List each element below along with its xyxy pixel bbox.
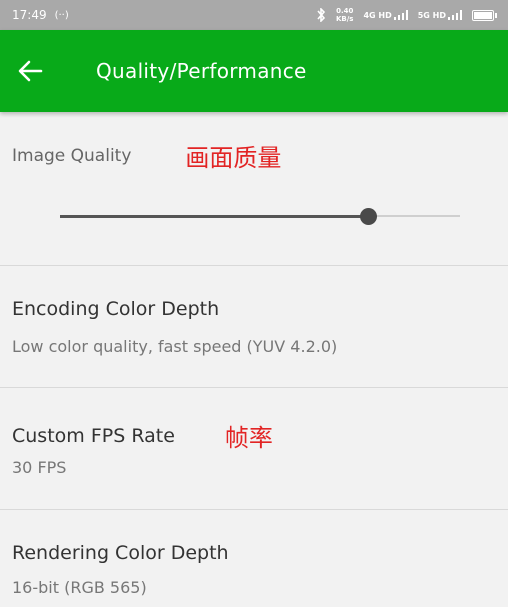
custom-fps-label-row: Custom FPS Rate 帧率 [12,418,273,453]
image-quality-annotation: 画面质量 [185,144,282,172]
image-quality-label-row: Image Quality 画面质量 [12,138,281,173]
signal-bars-icon [448,10,462,20]
app-bar: Quality/Performance [0,30,508,112]
bluetooth-icon [317,8,326,22]
signal-bars-icon [393,10,408,20]
battery-icon [472,9,497,21]
status-time: 17:49 [12,8,47,22]
custom-fps-rate-value: 30 FPS [12,458,67,477]
custom-fps-rate-setting[interactable]: Custom FPS Rate 帧率 30 FPS [0,388,508,509]
arrow-left-icon [18,60,43,82]
net-speed-unit: KB/s [335,15,354,23]
status-bar: 17:49 (··) 0.40 KB/s 4G HD 5G HD [0,0,508,30]
image-quality-setting [0,112,508,265]
rendering-color-depth-setting[interactable]: Rendering Color Depth 16-bit (RGB 565) [0,510,508,607]
signal-2: 5G HD [418,10,462,20]
image-quality-slider[interactable] [60,208,460,225]
custom-fps-rate-annotation: 帧率 [224,424,273,452]
slider-track-rest [368,215,460,217]
network-label-1: 4G HD [363,10,392,20]
slider-thumb[interactable] [360,208,377,225]
net-speed-value: 0.40 [336,7,354,15]
back-button[interactable] [0,30,60,112]
custom-fps-rate-title: Custom FPS Rate [12,424,175,447]
encoding-color-depth-value: Low color quality, fast speed (YUV 4.2.0… [12,337,338,356]
slider-track-active [60,215,368,218]
network-label-2: 5G HD [417,10,446,20]
rendering-color-depth-value: 16-bit (RGB 565) [12,578,147,597]
page-title: Quality/Performance [96,59,307,83]
net-speed: 0.40 KB/s [336,7,353,23]
signal-1: 4G HD [363,10,408,20]
rendering-color-depth-title: Rendering Color Depth [12,542,229,564]
notification-icon: (··) [54,9,69,21]
encoding-color-depth-setting[interactable]: Encoding Color Depth Low color quality, … [0,266,508,387]
image-quality-label: Image Quality [12,145,132,166]
encoding-color-depth-title: Encoding Color Depth [12,298,220,320]
